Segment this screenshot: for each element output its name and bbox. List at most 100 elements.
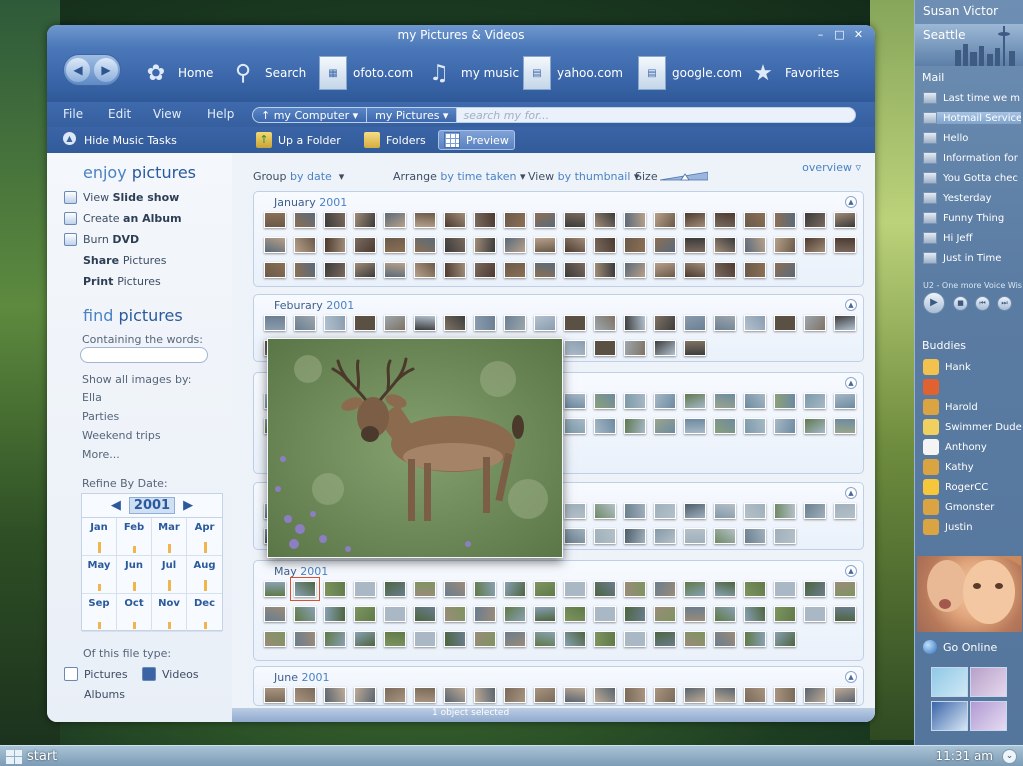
preview-button[interactable]: Preview xyxy=(438,130,515,150)
weather-city-tile[interactable]: Seattle xyxy=(915,24,1023,66)
photo-thumbnail[interactable] xyxy=(744,687,766,703)
start-button[interactable]: start xyxy=(6,748,57,765)
photo-thumbnail[interactable] xyxy=(804,393,826,409)
photo-thumbnail[interactable] xyxy=(264,687,286,703)
photo-thumbnail[interactable] xyxy=(714,687,736,703)
photo-thumbnail[interactable] xyxy=(654,687,676,703)
photo-thumbnail[interactable] xyxy=(624,237,646,253)
photo-thumbnail[interactable] xyxy=(714,237,736,253)
photo-thumbnail[interactable] xyxy=(774,315,796,331)
photo-thumbnail[interactable] xyxy=(834,503,856,519)
photo-thumbnail[interactable] xyxy=(624,393,646,409)
photo-thumbnail[interactable] xyxy=(654,212,676,228)
filter-videos[interactable]: Videos xyxy=(142,667,199,681)
photo-thumbnail[interactable] xyxy=(744,606,766,622)
share-pictures-task[interactable]: Share Pictures xyxy=(83,254,166,267)
menu-view[interactable]: View xyxy=(153,107,181,121)
photo-thumbnail[interactable] xyxy=(294,315,316,331)
calendar-month-oct[interactable]: Oct xyxy=(117,594,152,632)
collapse-group-button[interactable]: ▲ xyxy=(845,377,857,389)
photo-thumbnail[interactable] xyxy=(774,631,796,647)
photo-thumbnail[interactable] xyxy=(834,237,856,253)
collapse-group-button[interactable]: ▲ xyxy=(845,671,857,683)
chevron-up-icon[interactable]: ▲ xyxy=(63,132,76,145)
photo-thumbnail[interactable] xyxy=(744,581,766,597)
photo-thumbnail[interactable] xyxy=(804,503,826,519)
photo-thumbnail[interactable] xyxy=(654,393,676,409)
chevron-down-icon[interactable]: ⌄ xyxy=(1002,749,1017,764)
photo-thumbnail[interactable] xyxy=(294,687,316,703)
photo-thumbnail[interactable] xyxy=(774,418,796,434)
view-by-dropdown[interactable]: View by thumbnail ▾ xyxy=(528,170,639,183)
photo-thumbnail[interactable] xyxy=(684,687,706,703)
photo-thumbnail[interactable] xyxy=(714,606,736,622)
photo-thumbnail[interactable] xyxy=(774,262,796,278)
photo-thumbnail[interactable] xyxy=(564,581,586,597)
photo-thumbnail[interactable] xyxy=(624,503,646,519)
tile-art[interactable] xyxy=(970,667,1007,697)
back-button[interactable]: ◀ xyxy=(66,58,90,82)
photo-thumbnail[interactable] xyxy=(744,418,766,434)
photo-thumbnail[interactable] xyxy=(624,606,646,622)
photo-thumbnail[interactable] xyxy=(594,315,616,331)
photo-thumbnail[interactable] xyxy=(354,606,376,622)
photo-thumbnail[interactable] xyxy=(264,262,286,278)
photo-thumbnail[interactable] xyxy=(594,631,616,647)
photo-thumbnail[interactable] xyxy=(444,237,466,253)
collapse-group-button[interactable]: ▲ xyxy=(845,487,857,499)
photo-thumbnail[interactable] xyxy=(624,687,646,703)
photo-thumbnail[interactable] xyxy=(804,687,826,703)
photo-thumbnail[interactable] xyxy=(624,340,646,356)
address-segment-pictures[interactable]: my Pictures ▾ xyxy=(367,108,458,122)
photo-thumbnail[interactable] xyxy=(714,581,736,597)
filter-link-ella[interactable]: Ella xyxy=(82,391,102,404)
create-album-task[interactable]: Create an Album xyxy=(64,212,182,225)
collapse-group-button[interactable]: ▲ xyxy=(845,565,857,577)
photo-thumbnail[interactable] xyxy=(834,393,856,409)
photo-thumbnail[interactable] xyxy=(654,340,676,356)
minimize-button[interactable]: – xyxy=(814,28,827,41)
photo-thumbnail[interactable] xyxy=(564,393,586,409)
photo-thumbnail[interactable] xyxy=(444,262,466,278)
photo-thumbnail[interactable] xyxy=(504,212,526,228)
tile-calendar[interactable] xyxy=(970,701,1007,731)
photo-thumbnail[interactable] xyxy=(594,340,616,356)
photo-thumbnail[interactable] xyxy=(264,212,286,228)
photo-thumbnail[interactable] xyxy=(324,262,346,278)
photo-thumbnail[interactable] xyxy=(654,262,676,278)
photo-thumbnail[interactable] xyxy=(264,581,286,597)
calendar-month-dec[interactable]: Dec xyxy=(187,594,222,632)
photo-thumbnail[interactable] xyxy=(564,315,586,331)
folders-button[interactable]: Folders xyxy=(359,130,431,150)
photo-thumbnail[interactable] xyxy=(324,237,346,253)
collapse-group-button[interactable]: ▲ xyxy=(845,299,857,311)
view-slideshow-task[interactable]: View Slide show xyxy=(64,191,179,204)
photo-thumbnail[interactable] xyxy=(414,606,436,622)
arrange-by-dropdown[interactable]: Arrange by time taken ▾ xyxy=(393,170,525,183)
print-pictures-task[interactable]: Print Pictures xyxy=(83,275,161,288)
mail-item[interactable]: Last time we m xyxy=(923,92,1021,104)
photo-thumbnail[interactable] xyxy=(414,631,436,647)
photo-thumbnail[interactable] xyxy=(624,631,646,647)
photo-thumbnail[interactable] xyxy=(744,262,766,278)
photo-thumbnail[interactable] xyxy=(444,687,466,703)
mail-item[interactable]: Information for xyxy=(923,152,1021,164)
photo-thumbnail[interactable] xyxy=(504,237,526,253)
photo-thumbnail[interactable] xyxy=(354,315,376,331)
calendar-month-nov[interactable]: Nov xyxy=(152,594,187,632)
mail-item[interactable]: Yesterday xyxy=(923,192,1021,204)
stop-button[interactable]: ■ xyxy=(953,296,968,311)
photo-thumbnail[interactable] xyxy=(384,606,406,622)
photo-thumbnail[interactable] xyxy=(714,212,736,228)
photo-thumbnail[interactable] xyxy=(534,631,556,647)
mail-item[interactable]: Funny Thing xyxy=(923,212,1021,224)
photo-thumbnail[interactable] xyxy=(714,418,736,434)
photo-thumbnail[interactable] xyxy=(624,315,646,331)
calendar-month-feb[interactable]: Feb xyxy=(117,518,152,556)
photo-thumbnail[interactable] xyxy=(564,687,586,703)
photo-thumbnail[interactable] xyxy=(444,581,466,597)
photo-thumbnail[interactable] xyxy=(654,503,676,519)
photo-thumbnail[interactable] xyxy=(744,631,766,647)
photo-thumbnail[interactable] xyxy=(384,687,406,703)
prev-year-button[interactable]: ◀ xyxy=(111,498,121,513)
